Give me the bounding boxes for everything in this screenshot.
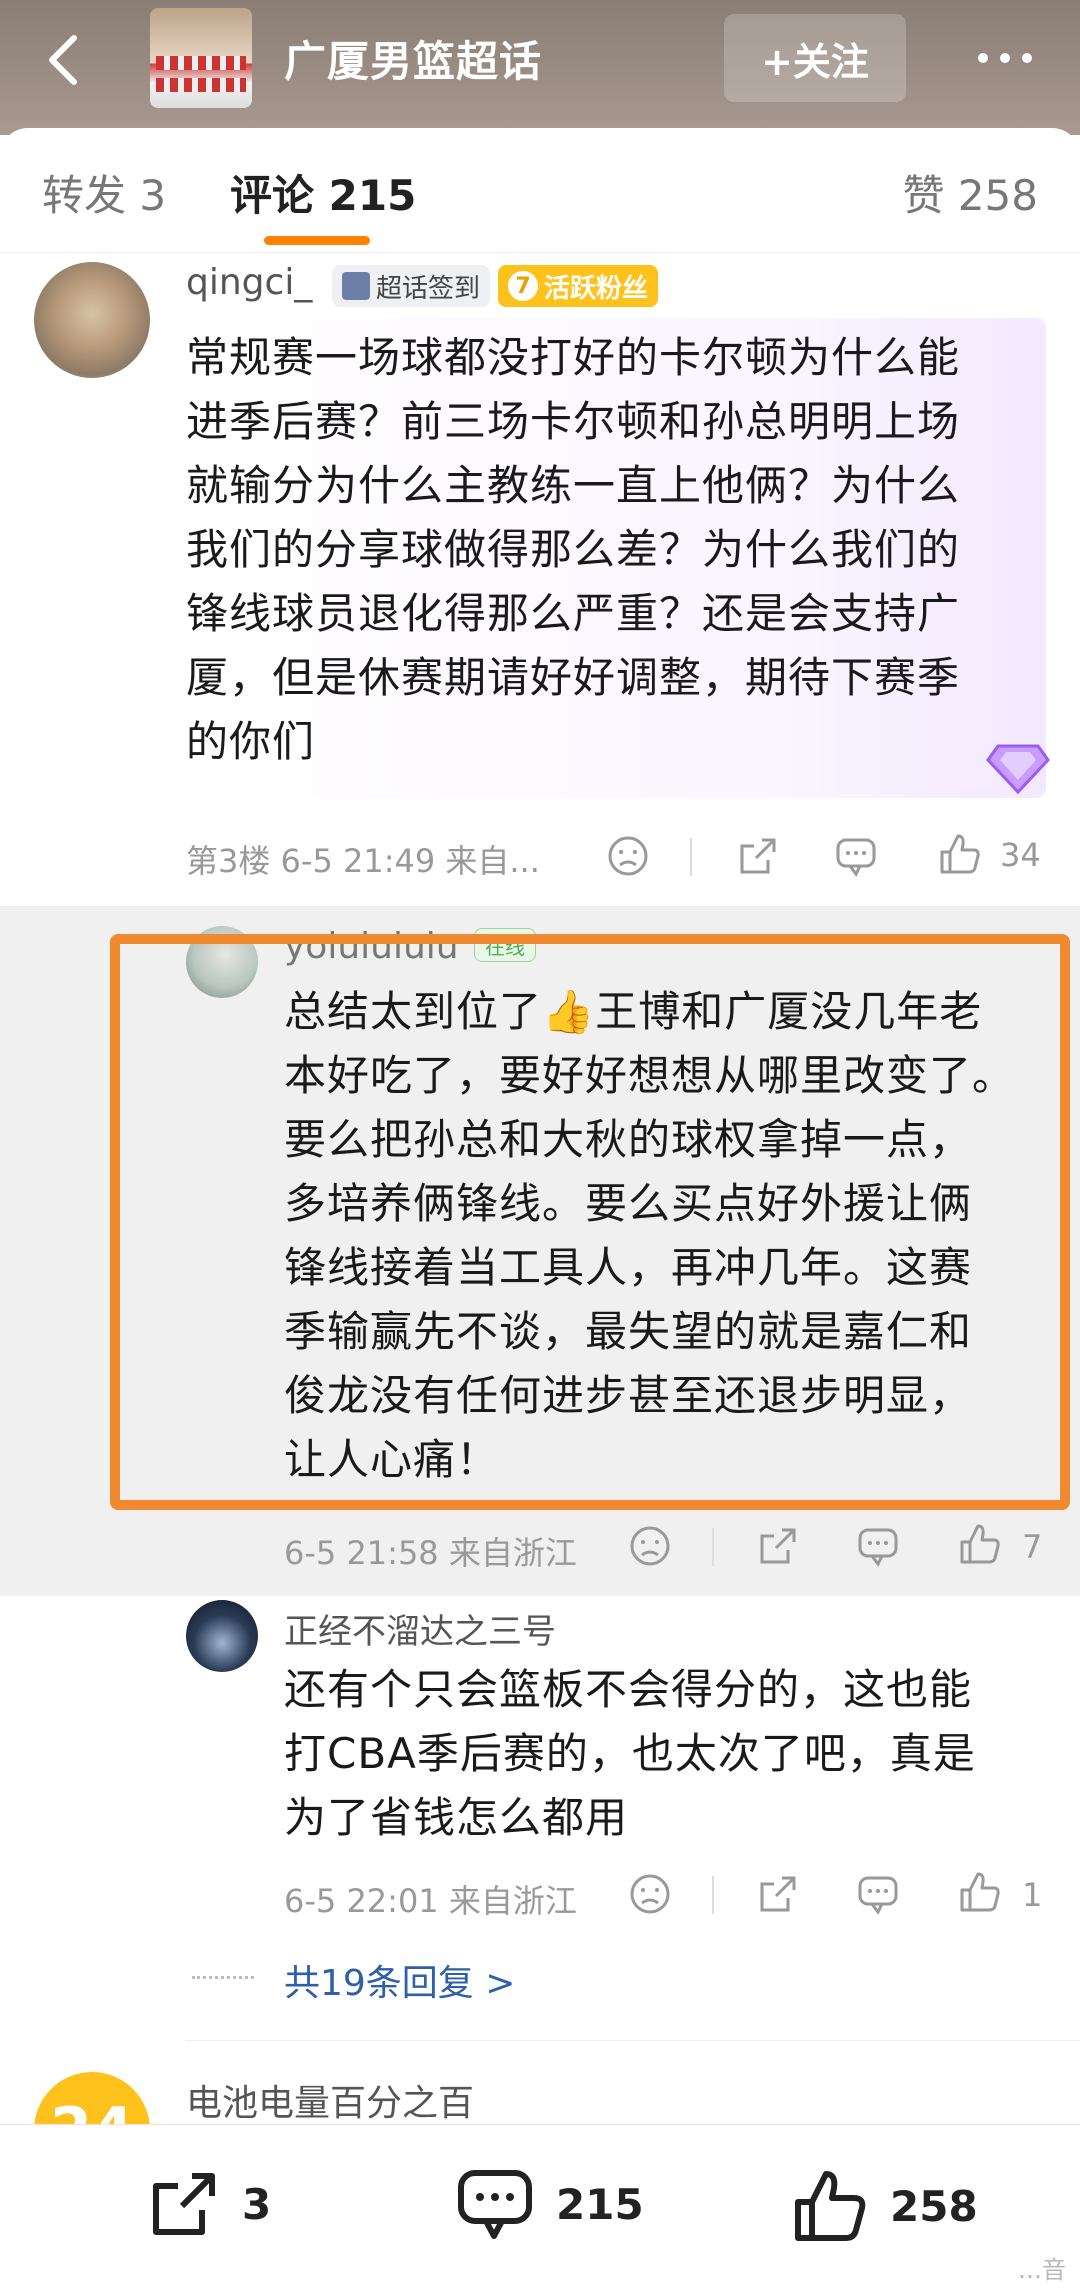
comment-line: 锋线球员退化得那么严重？还是会支持广 <box>186 589 961 638</box>
reply-like-count: 7 <box>1022 1528 1043 1566</box>
bottom-repost-button[interactable]: 3 <box>148 2168 271 2240</box>
diamond-icon <box>986 740 1050 800</box>
reply-like-count: 1 <box>1022 1876 1043 1914</box>
fan-level-badge[interactable]: 7 活跃粉丝 <box>498 265 659 307</box>
comment-line: 厦，但是休赛期请好好调整，期待下赛季 <box>186 653 961 702</box>
meta-separator <box>690 838 692 876</box>
comment-line: 的你们 <box>186 717 316 766</box>
comment-line: 就输分为什么主教练一直上他俩？为什么 <box>186 461 961 510</box>
bottom-comment-button[interactable]: 215 <box>456 2168 644 2240</box>
reply-body[interactable]: 还有个只会篮板不会得分的，这也能 打CBA季后赛的，也太次了吧，真是 为了省钱怎… <box>284 1658 1064 1850</box>
like-icon[interactable] <box>938 832 982 876</box>
avatar[interactable] <box>186 1600 258 1672</box>
comment-username[interactable]: 电池电量百分之百 <box>186 2074 474 2126</box>
watermark: …音 <box>1018 2256 1066 2284</box>
comment-username[interactable]: qingci_ <box>186 262 312 303</box>
dislike-icon[interactable] <box>628 1872 672 1916</box>
more-icon[interactable] <box>960 38 1050 78</box>
reply-meta: 6-5 22:01 来自浙江 <box>284 1882 577 1920</box>
fan-level-number: 7 <box>508 271 538 301</box>
topic-title[interactable]: 广厦男篮超话 <box>284 28 542 89</box>
meta-separator <box>712 1876 714 1914</box>
tab-repost[interactable]: 转发 3 <box>42 162 166 223</box>
more-replies-link[interactable]: 共19条回复 > <box>284 1954 515 2006</box>
comment-icon <box>458 2170 532 2239</box>
tab-like[interactable]: 赞 258 <box>902 162 1038 223</box>
thumbs-up-icon <box>795 2171 866 2241</box>
checkin-icon <box>342 272 370 300</box>
follow-button[interactable]: +关注 <box>724 14 906 102</box>
bottom-repost-count: 3 <box>242 2179 272 2229</box>
comment-divider <box>186 2040 1080 2041</box>
reply-username[interactable]: 正经不溜达之三号 <box>284 1604 556 1653</box>
dislike-icon[interactable] <box>628 1524 672 1568</box>
dotted-line <box>192 1976 254 1979</box>
highlight-box <box>110 934 1070 1510</box>
avatar[interactable] <box>34 262 150 378</box>
reply-meta: 6-5 21:58 来自浙江 <box>284 1534 577 1572</box>
bottom-like-count: 258 <box>890 2181 978 2231</box>
bottom-comment-count: 215 <box>556 2179 644 2229</box>
checkin-badge[interactable]: 超话签到 <box>332 265 491 307</box>
bottom-like-button[interactable]: 258 <box>792 2168 978 2244</box>
topic-cover-image[interactable] <box>150 8 252 108</box>
tabs-divider <box>0 252 1080 253</box>
comment-line: 进季后赛？前三场卡尔顿和孙总明明上场 <box>186 397 961 446</box>
reply-line: 打CBA季后赛的，也太次了吧，真是 <box>284 1729 976 1778</box>
reply-icon[interactable] <box>856 1872 900 1916</box>
share-icon[interactable] <box>736 834 780 878</box>
comment-line: 我们的分享球做得那么差？为什么我们的 <box>186 525 961 574</box>
dislike-icon[interactable] <box>606 834 650 878</box>
comment-meta: 第3楼 6-5 21:49 来自... <box>186 842 540 880</box>
share-icon[interactable] <box>756 1524 800 1568</box>
checkin-badge-label: 超话签到 <box>376 273 481 304</box>
share-icon[interactable] <box>756 1872 800 1916</box>
reply-icon[interactable] <box>834 834 878 878</box>
meta-separator <box>712 1528 714 1566</box>
reply-line: 还有个只会篮板不会得分的，这也能 <box>284 1665 973 1714</box>
back-icon[interactable] <box>36 30 96 90</box>
comment-body[interactable]: 常规赛一场球都没打好的卡尔顿为什么能 进季后赛？前三场卡尔顿和孙总明明上场 就输… <box>186 326 1066 774</box>
tab-indicator <box>264 236 370 245</box>
repost-icon <box>153 2173 215 2235</box>
reply-line: 为了省钱怎么都用 <box>284 1793 629 1842</box>
comment-line: 常规赛一场球都没打好的卡尔顿为什么能 <box>186 333 961 382</box>
like-icon[interactable] <box>958 1522 1002 1566</box>
reply-icon[interactable] <box>856 1524 900 1568</box>
tab-comment[interactable]: 评论 215 <box>230 162 416 223</box>
fan-level-label: 活跃粉丝 <box>544 273 649 304</box>
like-icon[interactable] <box>958 1870 1002 1914</box>
comment-like-count: 34 <box>1000 836 1041 874</box>
